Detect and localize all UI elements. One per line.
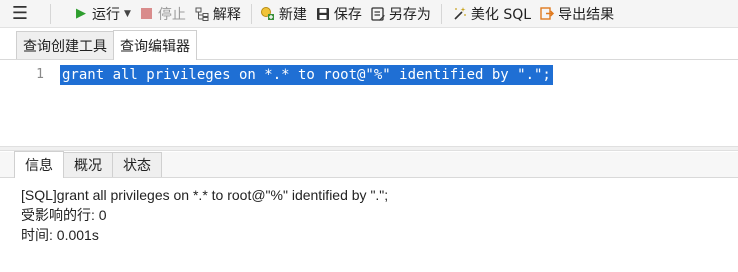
run-label: 运行 [92, 6, 120, 23]
play-icon: ▶ [76, 6, 86, 21]
tab-profile[interactable]: 概况 [63, 152, 113, 177]
toolbar-divider [440, 3, 442, 24]
stop-label: 停止 [157, 6, 186, 23]
message-output: [SQL]grant all privileges on *.* to root… [0, 179, 738, 272]
run-button[interactable]: ▶ 运行 ▼ [69, 2, 135, 26]
output-affected-rows: 受影响的行: 0 [21, 207, 107, 223]
tab-message[interactable]: 信息 [14, 151, 64, 178]
beautify-label: 美化 SQL [470, 6, 532, 23]
explain-button[interactable]: 解释 [190, 2, 245, 26]
output-time: 时间: 0.001s [21, 227, 99, 243]
explain-label: 解释 [212, 6, 241, 23]
tab-label: 查询编辑器 [120, 38, 190, 55]
menu-icon[interactable]: ☰ [0, 0, 40, 28]
save-button[interactable]: 保存 [311, 2, 366, 26]
export-results-button[interactable]: 导出结果 [535, 2, 618, 26]
line-number: 1 [36, 67, 44, 82]
stop-button[interactable]: 停止 [135, 2, 190, 26]
tab-query-editor[interactable]: 查询编辑器 [113, 30, 197, 60]
sql-editor[interactable]: 1 grant all privileges on *.* to root@"%… [0, 61, 738, 146]
toolbar: ☰ ▶ 运行 ▼ 停止 解释 新建 保存 另存为 美化 SQL 导出结果 [0, 0, 738, 28]
save-icon [315, 6, 331, 22]
chevron-down-icon[interactable]: ▼ [124, 9, 131, 19]
tab-label: 信息 [25, 158, 53, 174]
save-as-icon [370, 6, 386, 22]
new-label: 新建 [278, 6, 307, 23]
export-label: 导出结果 [558, 6, 615, 23]
new-query-icon [260, 6, 276, 22]
output-sql-line: [SQL]grant all privileges on *.* to root… [21, 187, 389, 203]
save-label: 保存 [333, 6, 362, 23]
stop-icon [139, 6, 155, 22]
new-button[interactable]: 新建 [256, 2, 311, 26]
tab-label: 概况 [74, 158, 102, 174]
toolbar-divider [250, 3, 252, 24]
toolbar-divider [50, 3, 51, 24]
beautify-sql-button[interactable]: 美化 SQL [448, 2, 535, 26]
pane-splitter[interactable] [0, 146, 738, 151]
tab-label: 查询创建工具 [23, 38, 107, 55]
line-gutter: 1 [0, 61, 58, 146]
result-tab-strip: 信息 概况 状态 [0, 151, 738, 178]
tab-query-builder[interactable]: 查询创建工具 [16, 31, 114, 59]
tab-label: 状态 [123, 158, 151, 174]
editor-tab-strip: 查询创建工具 查询编辑器 [0, 29, 738, 60]
magic-wand-icon [452, 6, 468, 22]
code-line-selected[interactable]: grant all privileges on *.* to root@"%" … [60, 65, 553, 85]
explain-icon [194, 6, 210, 22]
save-as-label: 另存为 [388, 6, 431, 23]
export-icon [539, 6, 555, 22]
tab-status[interactable]: 状态 [112, 152, 162, 177]
save-as-button[interactable]: 另存为 [366, 2, 435, 26]
